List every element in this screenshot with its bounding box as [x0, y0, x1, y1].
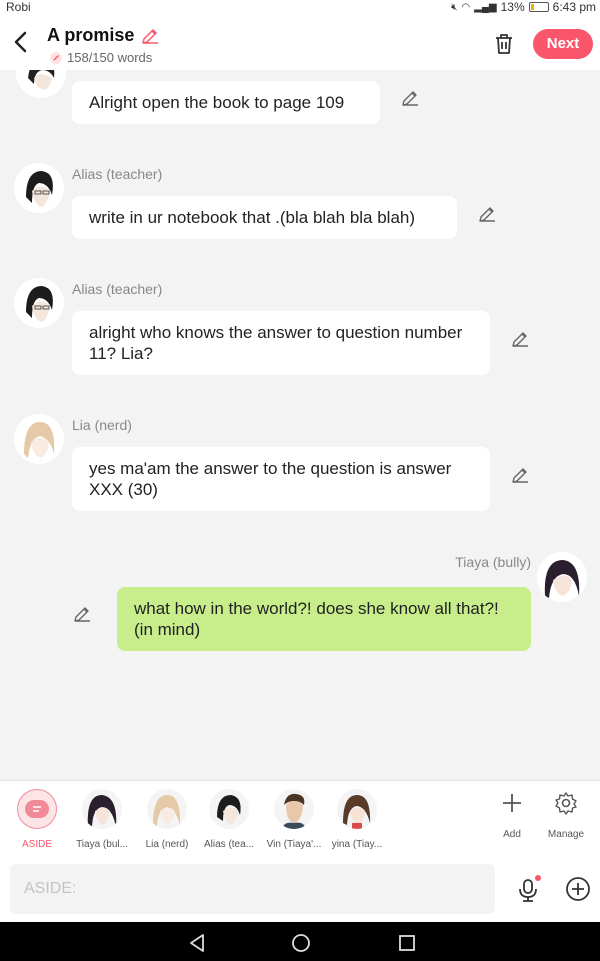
message-text: alright who knows the answer to question… [89, 323, 463, 363]
character-avatar [82, 789, 122, 829]
character-label: yina (Tiay... [331, 839, 383, 850]
character-avatar [274, 789, 314, 829]
status-bar: Robi 🔇︎ ◠ ▂▄▆ 13% 6:43 pm [0, 0, 600, 14]
pencil-badge-icon [50, 51, 62, 64]
character-avatar [147, 789, 187, 829]
sender-name: Tiaya (bully) [455, 554, 531, 570]
gear-icon [555, 792, 577, 815]
sender-name: Alias (teacher) [72, 166, 163, 182]
add-circle-icon [566, 877, 590, 901]
nav-back-icon[interactable] [186, 932, 208, 954]
header: A promise 158/150 words Next [0, 14, 600, 70]
character-label: Alias (tea... [203, 839, 255, 850]
character-tiaya[interactable]: Tiaya (bul... [69, 789, 135, 850]
message-text: yes ma'am the answer to the question is … [89, 459, 452, 499]
character-vin[interactable]: Vin (Tiaya'... [261, 789, 327, 850]
message-input[interactable] [10, 864, 495, 914]
character-alias[interactable]: Alias (tea... [196, 789, 262, 850]
avatar-alias[interactable] [14, 278, 64, 328]
my-message-bubble[interactable]: what how in the world?! does she know al… [117, 587, 531, 651]
nav-home-icon[interactable] [290, 932, 312, 954]
message-text: write in ur notebook that .(bla blah bla… [89, 208, 416, 227]
message-text: what how in the world?! does she know al… [134, 599, 499, 639]
edit-title-icon[interactable] [140, 26, 160, 46]
add-character-button[interactable]: Add [487, 791, 537, 840]
message-text: Alright open the book to page 109 [89, 93, 345, 112]
edit-message-icon[interactable] [400, 88, 420, 108]
character-label: Vin (Tiaya'... [266, 839, 322, 850]
word-count: 158/150 words [50, 50, 152, 65]
character-label: Lia (nerd) [145, 839, 189, 850]
edit-message-icon[interactable] [477, 204, 497, 224]
character-avatar [337, 789, 377, 829]
mute-icon: 🔇︎ [451, 1, 458, 13]
aside-icon [17, 789, 57, 829]
character-label: Tiaya (bul... [76, 839, 128, 850]
battery-icon [528, 2, 549, 12]
character-avatar [209, 789, 249, 829]
attach-button[interactable] [565, 876, 591, 902]
wifi-icon: ◠ [461, 1, 471, 13]
carrier-name: Robi [6, 0, 31, 14]
chevron-left-icon [14, 31, 27, 53]
battery-percent: 13% [500, 0, 525, 14]
message-bubble[interactable]: write in ur notebook that .(bla blah bla… [72, 196, 457, 239]
message-bubble[interactable]: Alright open the book to page 109 [72, 81, 380, 124]
input-bar [0, 856, 600, 922]
system-nav-bar [0, 922, 600, 961]
avatar-lia[interactable] [14, 414, 64, 464]
character-bar: ASIDE Tiaya (bul... Lia (nerd) Alias (te… [0, 780, 600, 856]
manage-button[interactable]: Manage [541, 791, 591, 840]
story-title-text: A promise [47, 25, 135, 45]
avatar-alias[interactable] [16, 70, 66, 98]
clock: 6:43 pm [552, 0, 596, 14]
chat-area[interactable]: Alright open the book to page 109 Alias … [0, 70, 600, 780]
story-title[interactable]: A promise [47, 25, 160, 46]
avatar-tiaya[interactable] [537, 552, 587, 602]
delete-button[interactable] [492, 32, 516, 56]
plus-icon [503, 794, 521, 812]
next-button[interactable]: Next [533, 29, 593, 59]
message-bubble[interactable]: alright who knows the answer to question… [72, 311, 490, 375]
status-icons: 🔇︎ ◠ ▂▄▆ 13% 6:43 pm [451, 0, 596, 14]
sender-name: Alias (teacher) [72, 281, 163, 297]
character-aside[interactable]: ASIDE [4, 789, 70, 850]
message-bubble[interactable]: yes ma'am the answer to the question is … [72, 447, 490, 511]
edit-message-icon[interactable] [72, 604, 92, 624]
trash-icon [496, 34, 512, 54]
add-label: Add [503, 829, 521, 840]
character-lia[interactable]: Lia (nerd) [134, 789, 200, 850]
word-count-text: 158/150 words [67, 50, 153, 65]
back-button[interactable] [10, 28, 34, 56]
edit-message-icon[interactable] [510, 465, 530, 485]
signal-icon: ▂▄▆ [474, 1, 497, 13]
avatar-alias[interactable] [14, 163, 64, 213]
microphone-icon [519, 875, 541, 902]
nav-recents-icon[interactable] [396, 932, 418, 954]
edit-message-icon[interactable] [510, 329, 530, 349]
character-label: ASIDE [21, 839, 52, 850]
sender-name: Lia (nerd) [72, 417, 132, 433]
character-yina[interactable]: yina (Tiay... [324, 789, 390, 850]
manage-label: Manage [547, 829, 585, 840]
voice-button[interactable] [516, 874, 542, 904]
